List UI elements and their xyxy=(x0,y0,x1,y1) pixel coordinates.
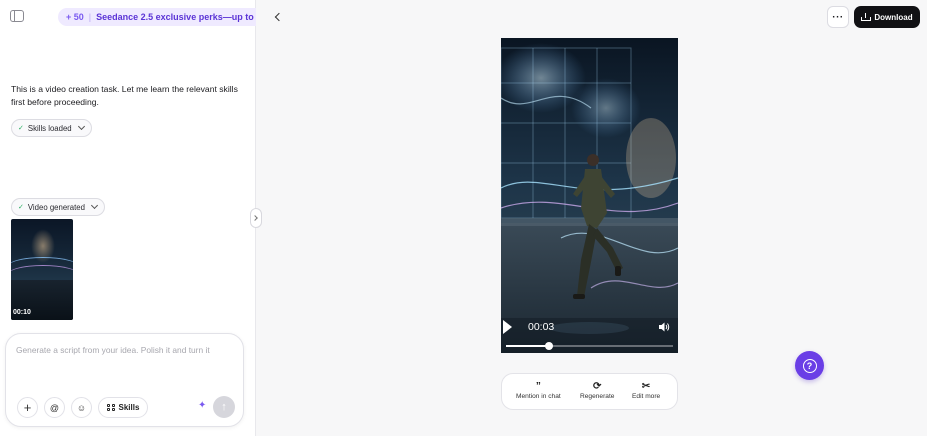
panel-collapse-handle[interactable] xyxy=(250,208,262,228)
video-thumbnail[interactable]: 00:10 xyxy=(11,219,73,320)
play-icon[interactable] xyxy=(503,320,512,334)
edit-more-label: Edit more xyxy=(632,393,661,400)
regenerate-button[interactable]: ⟳ Regenerate xyxy=(580,380,614,400)
help-icon: ? xyxy=(802,358,817,373)
video-action-bar: ” Mention in chat ⟳ Regenerate ✂ Edit mo… xyxy=(501,373,678,410)
promo-credits: + 50 xyxy=(66,12,84,22)
video-progress-fill xyxy=(506,345,550,347)
skills-button-label: Skills xyxy=(118,403,140,412)
check-icon: ✓ xyxy=(18,204,24,211)
skills-button[interactable]: Skills xyxy=(98,397,149,418)
video-generated-label: Video generated xyxy=(27,202,85,212)
volume-icon[interactable] xyxy=(658,321,670,333)
emoji-icon[interactable]: ☺ xyxy=(71,397,92,418)
assistant-message: This is a video creation task. Let me le… xyxy=(11,84,238,107)
at-icon[interactable]: @ xyxy=(44,397,65,418)
promo-banner[interactable]: + 50 | Seedance 2.5 exclusive perks—up t… xyxy=(58,8,256,26)
skills-loaded-label: Skills loaded xyxy=(27,123,72,133)
video-player[interactable] xyxy=(501,38,678,353)
skills-grid-icon xyxy=(107,403,115,412)
current-time: 00:03 xyxy=(528,321,555,333)
more-options-button[interactable]: ··· xyxy=(827,6,849,28)
mention-in-chat-button[interactable]: ” Mention in chat xyxy=(516,380,561,400)
download-button[interactable]: Download xyxy=(854,6,920,28)
video-generated-chip[interactable]: ✓ Video generated xyxy=(11,198,105,216)
send-button[interactable]: ↑ xyxy=(213,396,235,418)
edit-more-button[interactable]: ✂ Edit more xyxy=(632,380,660,400)
help-button[interactable]: ? xyxy=(795,351,824,380)
chevron-right-icon xyxy=(252,215,258,221)
chevron-down-icon xyxy=(90,201,99,210)
thumbnail-duration: 00:10 xyxy=(13,309,31,316)
chat-panel: + 50 | Seedance 2.5 exclusive perks—up t… xyxy=(0,0,256,436)
refresh-icon: ⟳ xyxy=(593,381,602,392)
download-icon xyxy=(861,13,872,21)
regenerate-label: Regenerate xyxy=(580,393,615,400)
sparkle-icon[interactable]: ✦ xyxy=(198,400,206,411)
chevron-left-icon xyxy=(274,12,283,22)
video-progress-bar[interactable] xyxy=(506,342,673,350)
arrow-up-icon: ↑ xyxy=(221,401,227,413)
chevron-down-icon xyxy=(77,122,85,131)
mention-in-chat-label: Mention in chat xyxy=(516,393,561,400)
video-frame xyxy=(501,38,678,353)
promo-divider: | xyxy=(88,12,92,22)
promo-text: Seedance 2.5 exclusive perks—up to xyxy=(96,12,254,22)
sidebar-toggle-icon[interactable] xyxy=(10,10,24,22)
prompt-composer: + @ ☺ Skills ✦ ↑ xyxy=(5,333,244,427)
scissors-icon: ✂ xyxy=(641,381,651,392)
prompt-input[interactable] xyxy=(16,345,234,355)
check-icon: ✓ xyxy=(18,125,24,132)
quote-icon: ” xyxy=(535,381,541,392)
back-button[interactable] xyxy=(270,10,284,24)
plus-icon[interactable]: + xyxy=(17,397,38,418)
download-label: Download xyxy=(874,12,913,22)
skills-loaded-chip[interactable]: ✓ Skills loaded xyxy=(11,119,92,137)
